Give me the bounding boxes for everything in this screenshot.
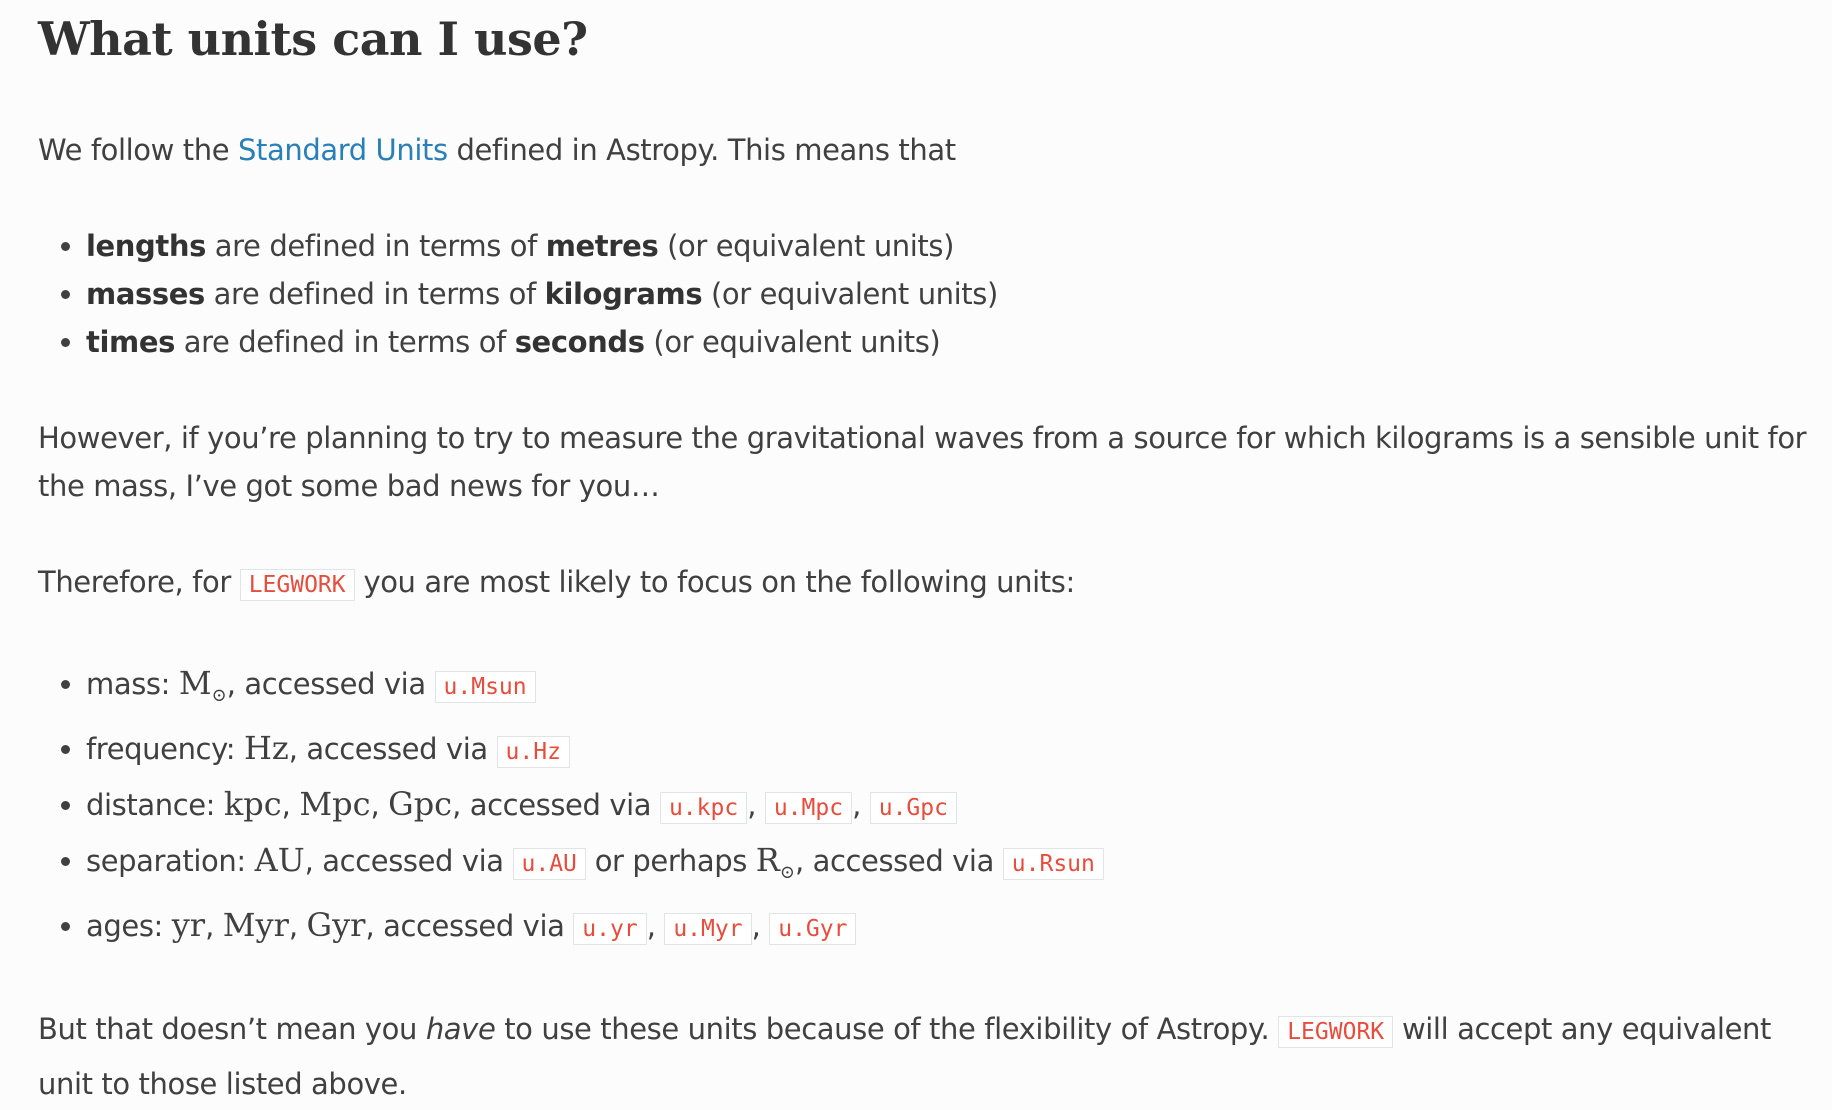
separator: , [281, 788, 300, 822]
intro-paragraph: We follow the Standard Units defined in … [38, 126, 1828, 174]
unit-label: mass: [86, 667, 179, 701]
unit-label: ages: [86, 909, 172, 943]
closing-paragraph: But that doesn’t mean you have to use th… [38, 1003, 1828, 1110]
unit-symbol: Mpc [299, 785, 371, 823]
definition-unit: kilograms [544, 277, 703, 311]
unit-symbol: Myr [222, 906, 289, 944]
code-u-hz: u.Hz [496, 736, 570, 768]
sun-symbol: ⊙ [211, 685, 227, 706]
definition-tail: (or equivalent units) [702, 277, 998, 311]
definition-item: times are defined in terms of seconds (o… [86, 318, 1828, 366]
definition-item: masses are defined in terms of kilograms… [86, 270, 1828, 318]
unit-label: frequency: [86, 732, 244, 766]
unit-item-ages: ages: yr, Myr, Gyr, accessed via u.yr, u… [86, 899, 1828, 955]
separator: , [288, 909, 307, 943]
document-section: What units can I use? We follow the Stan… [38, 0, 1828, 1110]
sun-symbol: ⊙ [779, 862, 795, 883]
unit-symbol-letter: M [178, 664, 212, 702]
therefore-text-before: Therefore, for [38, 565, 240, 599]
accessed-text: , accessed via [288, 732, 497, 766]
code-u-au: u.AU [512, 848, 586, 880]
separator: , [747, 788, 765, 822]
unit-symbol: Gyr [306, 906, 366, 944]
unit-symbol: kpc [223, 785, 282, 823]
separator: , [852, 788, 870, 822]
therefore-text-after: you are most likely to focus on the foll… [354, 565, 1075, 599]
code-u-gpc: u.Gpc [869, 792, 957, 824]
therefore-paragraph: Therefore, for LEGWORK you are most like… [38, 558, 1828, 609]
or-perhaps-text: or perhaps [585, 844, 756, 878]
unit-symbol: R⊙ [755, 841, 795, 883]
code-u-msun: u.Msun [434, 671, 536, 703]
definition-unit: metres [545, 229, 659, 263]
separator: , [205, 909, 223, 943]
closing-text-mid: to use these units because of the flexib… [495, 1012, 1279, 1046]
definition-text: are defined in terms of [174, 325, 515, 359]
unit-symbol: M⊙ [178, 664, 227, 706]
however-paragraph: However, if you’re planning to try to me… [38, 421, 1807, 503]
definition-tail: (or equivalent units) [658, 229, 955, 263]
definition-text: are defined in terms of [204, 277, 545, 311]
unit-symbol: AU [254, 841, 305, 879]
unit-symbol: yr [171, 906, 206, 944]
code-u-kpc: u.kpc [659, 792, 748, 824]
unit-label: separation: [86, 844, 255, 878]
code-u-rsun: u.Rsun [1002, 848, 1104, 880]
definition-tail: (or equivalent units) [644, 325, 941, 359]
unit-item-mass: mass: M⊙, accessed via u.Msun [86, 657, 1828, 722]
accessed-text: , accessed via [226, 667, 435, 701]
legwork-code: LEGWORK [1278, 1016, 1394, 1048]
code-u-yr: u.yr [573, 913, 647, 945]
standard-units-link[interactable]: Standard Units [238, 133, 448, 167]
unit-item-separation: separation: AU, accessed via u.AU or per… [86, 834, 1828, 899]
definition-unit: seconds [514, 325, 645, 359]
legwork-code: LEGWORK [239, 569, 355, 601]
code-u-myr: u.Myr [664, 913, 752, 945]
definition-term: masses [86, 277, 205, 311]
unit-item-frequency: frequency: Hz, accessed via u.Hz [86, 722, 1828, 778]
intro-text-before: We follow the [38, 133, 238, 167]
definition-term: times [86, 325, 175, 359]
definition-item: lengths are defined in terms of metres (… [86, 222, 1828, 270]
separator: , [646, 909, 665, 943]
page-title: What units can I use? [38, 12, 588, 66]
accessed-text: , accessed via [452, 788, 660, 822]
unit-label: distance: [86, 788, 224, 822]
unit-item-distance: distance: kpc, Mpc, Gpc, accessed via u.… [86, 778, 1828, 834]
separator: , [370, 788, 389, 822]
emphasis-have: have [425, 1012, 496, 1046]
accessed-text: , accessed via [304, 844, 513, 878]
unit-symbol: Gpc [388, 785, 453, 823]
unit-symbol: Hz [243, 729, 289, 767]
accessed-text: , accessed via [794, 844, 1003, 878]
separator: , [751, 909, 770, 943]
code-u-mpc: u.Mpc [764, 792, 853, 824]
intro-text-after: defined in Astropy. This means that [447, 133, 957, 167]
definition-text: are defined in terms of [205, 229, 546, 263]
definitions-list: lengths are defined in terms of metres (… [38, 222, 1828, 366]
units-list: mass: M⊙, accessed via u.Msun frequency:… [38, 657, 1828, 955]
definition-term: lengths [86, 229, 206, 263]
closing-text-before: But that doesn’t mean you [38, 1012, 426, 1046]
accessed-text: , accessed via [365, 909, 574, 943]
code-u-gyr: u.Gyr [769, 913, 857, 945]
unit-symbol-letter: R [755, 841, 780, 879]
